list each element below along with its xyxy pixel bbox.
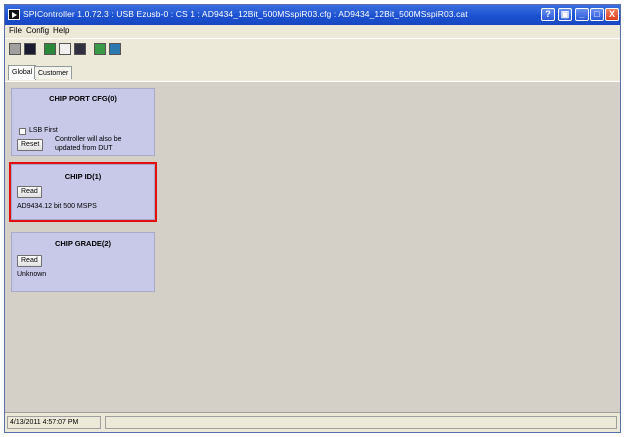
- restore-icon[interactable]: ▣: [558, 8, 572, 21]
- tab-global[interactable]: Global: [8, 65, 37, 80]
- panel-title: CHIP PORT CFG(0): [49, 94, 117, 103]
- read-button[interactable]: Read: [17, 255, 42, 267]
- reset-button[interactable]: Reset: [17, 139, 44, 151]
- app-icon[interactable]: [8, 9, 20, 20]
- maximize-button[interactable]: □: [590, 8, 604, 21]
- help-icon[interactable]: ?: [541, 8, 555, 21]
- chip-grade-panel: CHIP GRADE(2) Read Unknown: [11, 232, 155, 292]
- close-button[interactable]: X: [605, 8, 619, 21]
- chip-id-highlight: [9, 162, 157, 222]
- tab-customer[interactable]: Customer: [34, 66, 73, 79]
- minimize-button[interactable]: _: [575, 8, 589, 21]
- new-icon[interactable]: [44, 43, 56, 55]
- note-line-1: Controller will also be: [55, 136, 122, 143]
- status-message: [105, 416, 617, 429]
- export-icon[interactable]: [109, 43, 121, 55]
- tab-strip: Global Customer: [5, 65, 620, 81]
- main-content: CHIP PORT CFG(0) LSB First Reset Control…: [5, 81, 620, 415]
- window-title: SPIController 1.0.72.3 : USB Ezusb-0 : C…: [23, 9, 468, 19]
- chip-port-cfg-panel: CHIP PORT CFG(0) LSB First Reset Control…: [11, 88, 155, 156]
- title-bar[interactable]: SPIController 1.0.72.3 : USB Ezusb-0 : C…: [5, 5, 620, 25]
- menu-config[interactable]: Config: [26, 26, 49, 35]
- status-timestamp: 4/13/2011 4:57:07 PM: [7, 416, 101, 429]
- lsb-first-checkbox[interactable]: [19, 128, 26, 135]
- lsb-first-label: LSB First: [29, 127, 58, 134]
- app-window: SPIController 1.0.72.3 : USB Ezusb-0 : C…: [4, 4, 621, 433]
- graph-icon[interactable]: [94, 43, 106, 55]
- open-icon[interactable]: [59, 43, 71, 55]
- status-bar: 4/13/2011 4:57:07 PM: [5, 412, 620, 432]
- menu-bar: File Config Help: [5, 25, 620, 38]
- save-icon[interactable]: [24, 43, 36, 55]
- stop-icon[interactable]: [9, 43, 21, 55]
- chip-icon[interactable]: [74, 43, 86, 55]
- panel-title: CHIP GRADE(2): [54, 239, 112, 248]
- chip-grade-value: Unknown: [17, 271, 47, 278]
- note-line-2: updated from DUT: [55, 145, 113, 152]
- menu-file[interactable]: File: [9, 26, 22, 35]
- menu-help[interactable]: Help: [53, 26, 69, 35]
- toolbar: [5, 38, 620, 66]
